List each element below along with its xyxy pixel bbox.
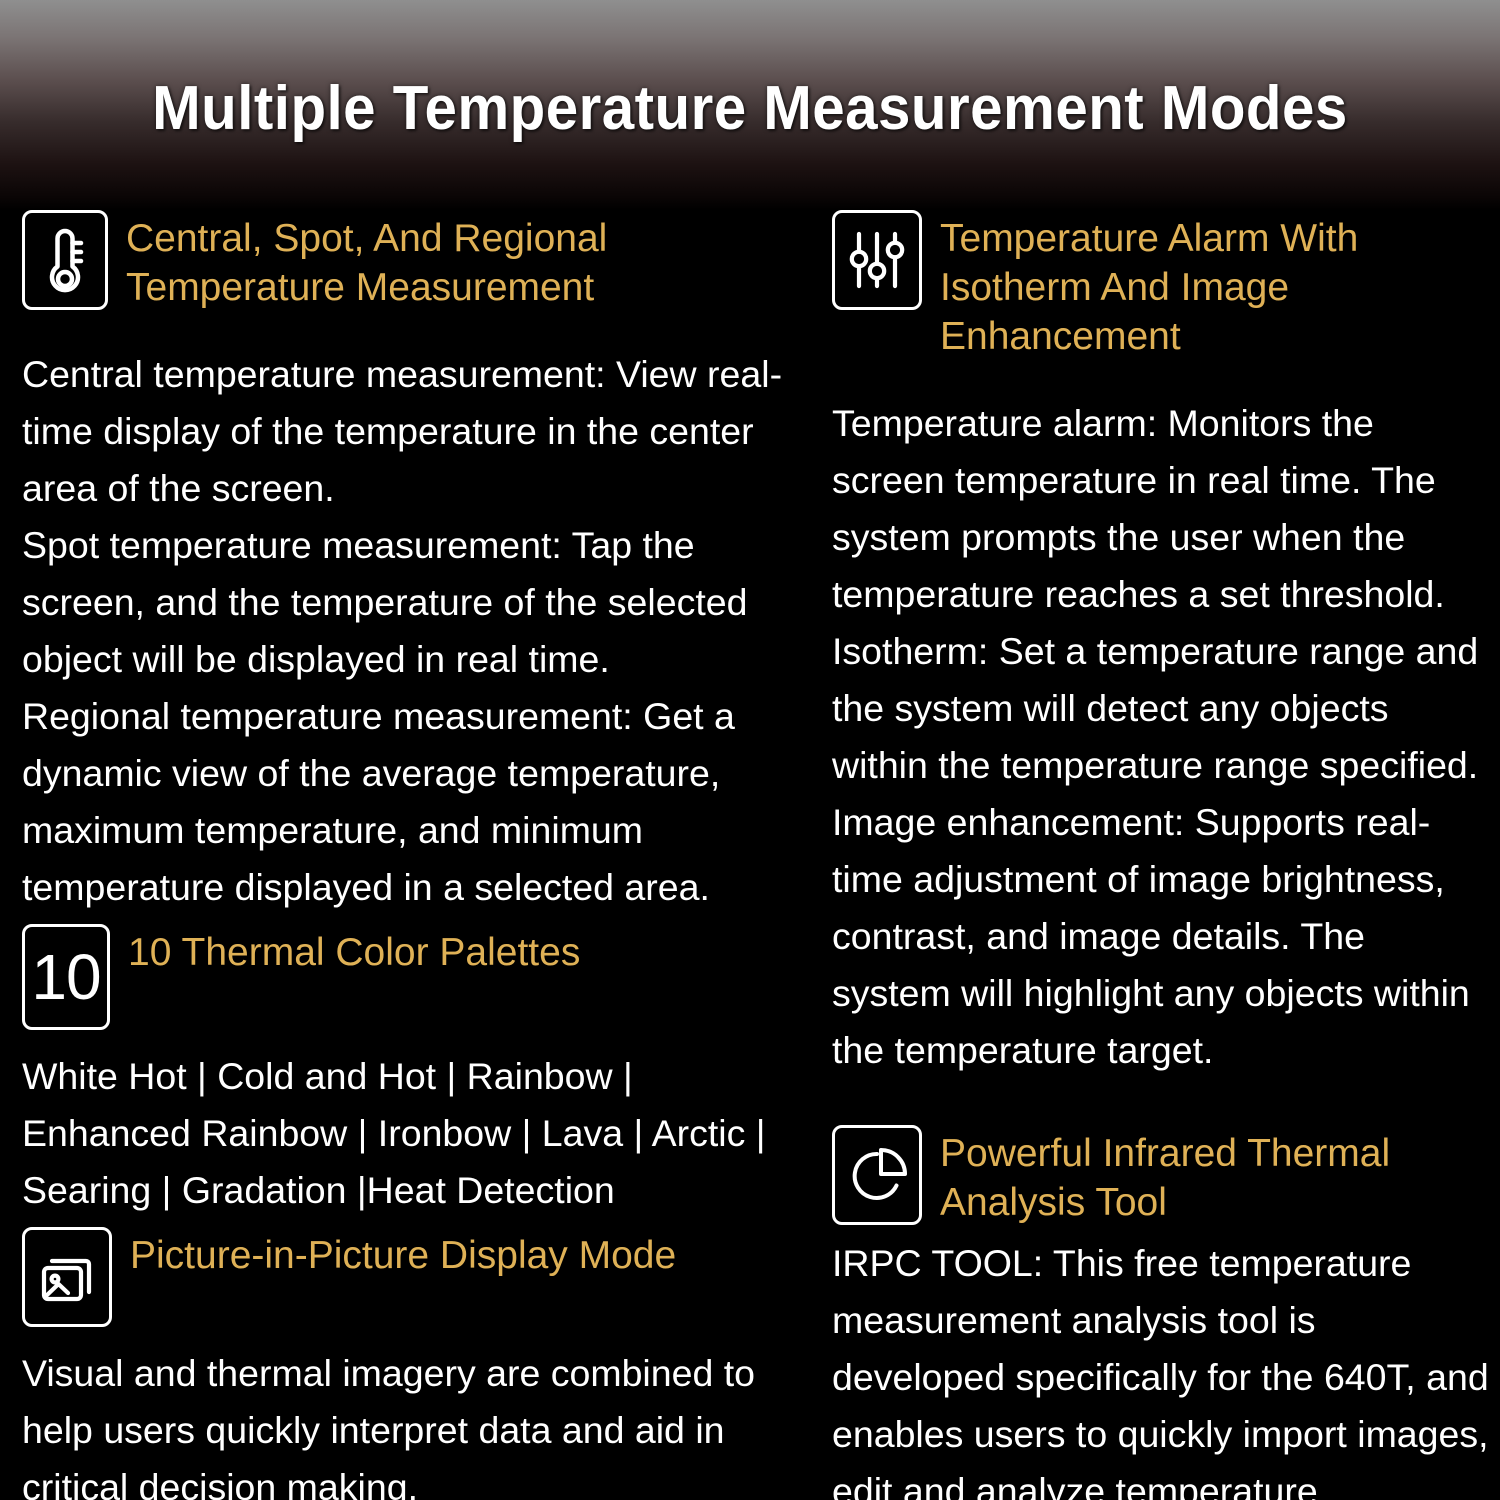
paragraph: Image enhancement: Supports real-time ad… bbox=[832, 801, 1470, 1071]
content-columns: Central, Spot, And Regional Temperature … bbox=[0, 210, 1500, 1500]
feature-temperature-alarm: Temperature Alarm With Isotherm And Imag… bbox=[832, 210, 1492, 361]
feature-central-spot-regional: Central, Spot, And Regional Temperature … bbox=[22, 210, 804, 312]
feature-analysis-tool: Powerful Infrared Thermal Analysis Tool bbox=[832, 1125, 1492, 1227]
sliders-equalizer-icon bbox=[832, 210, 922, 310]
feature-palettes-body: White Hot | Cold and Hot | Rainbow | Enh… bbox=[22, 1048, 804, 1219]
feature-pip-body: Visual and thermal imagery are combined … bbox=[22, 1345, 804, 1500]
paragraph: IRPC TOOL: This free temperature measure… bbox=[832, 1242, 1489, 1500]
picture-image-icon bbox=[22, 1227, 112, 1327]
promo-page: Multiple Temperature Measurement Modes C… bbox=[0, 0, 1500, 1500]
paragraph: Central temperature measurement: View re… bbox=[22, 353, 783, 509]
paragraph: Regional temperature measurement: Get a … bbox=[22, 695, 735, 908]
paragraph: Isotherm: Set a temperature range and th… bbox=[832, 630, 1479, 786]
feature-thermal-palettes: 10 10 Thermal Color Palettes bbox=[22, 924, 804, 1030]
pie-chart-icon bbox=[832, 1125, 922, 1225]
page-header: Multiple Temperature Measurement Modes bbox=[0, 0, 1500, 210]
page-title: Multiple Temperature Measurement Modes bbox=[152, 74, 1348, 143]
feature-title: Temperature Alarm With Isotherm And Imag… bbox=[940, 217, 1359, 358]
feature-picture-in-picture: Picture-in-Picture Display Mode bbox=[22, 1227, 804, 1327]
feature-title: Central, Spot, And Regional Temperature … bbox=[126, 217, 608, 309]
feature-central-body: Central temperature measurement: View re… bbox=[22, 346, 804, 916]
number-ten-label: 10 bbox=[31, 941, 101, 1013]
paragraph: Spot temperature measurement: Tap the sc… bbox=[22, 524, 748, 680]
feature-title: Powerful Infrared Thermal Analysis Tool bbox=[940, 1132, 1391, 1224]
feature-title: Picture-in-Picture Display Mode bbox=[130, 1234, 677, 1277]
right-column: Temperature Alarm With Isotherm And Imag… bbox=[820, 210, 1500, 1500]
thermometer-icon bbox=[22, 210, 108, 310]
paragraph: Temperature alarm: Monitors the screen t… bbox=[832, 402, 1445, 615]
feature-alarm-body: Temperature alarm: Monitors the screen t… bbox=[832, 395, 1492, 1079]
paragraph: Visual and thermal imagery are combined … bbox=[22, 1352, 756, 1500]
paragraph: White Hot | Cold and Hot | Rainbow | Enh… bbox=[22, 1055, 766, 1211]
left-column: Central, Spot, And Regional Temperature … bbox=[0, 210, 820, 1500]
feature-analysis-body: IRPC TOOL: This free temperature measure… bbox=[832, 1235, 1492, 1500]
feature-title: 10 Thermal Color Palettes bbox=[128, 931, 581, 974]
number-ten-icon: 10 bbox=[22, 924, 110, 1030]
